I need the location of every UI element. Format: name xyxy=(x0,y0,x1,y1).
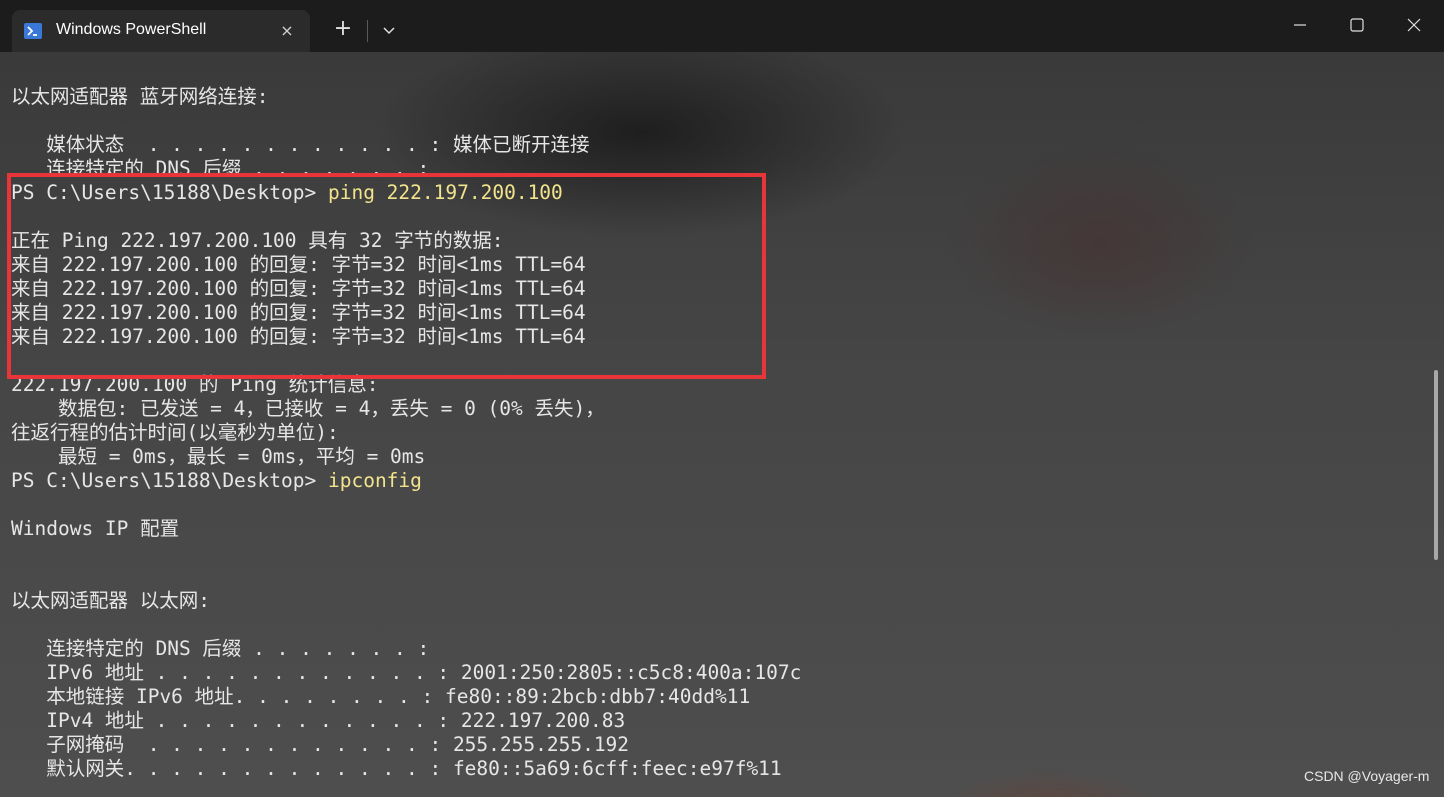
line-text: 以太网适配器 以太网: xyxy=(11,589,210,612)
terminal-line: 最短 = 0ms，最长 = 0ms，平均 = 0ms xyxy=(11,445,425,469)
window-close-icon[interactable] xyxy=(1386,0,1442,50)
tab-title: Windows PowerShell xyxy=(56,21,207,38)
line-text: PS C:\Users\15188\Desktop> xyxy=(11,469,328,492)
terminal-line: 以太网适配器 蓝牙网络连接: xyxy=(11,85,268,109)
line-text: 往返行程的估计时间(以毫秒为单位): xyxy=(11,421,339,444)
terminal-line: 数据包: 已发送 = 4，已接收 = 4，丢失 = 0 (0% 丢失)， xyxy=(11,397,605,421)
line-text: 默认网关. . . . . . . . . . . . . : fe80::5a… xyxy=(11,757,782,780)
line-text: 媒体状态 . . . . . . . . . . . . : 媒体已断开连接 xyxy=(11,133,590,156)
line-text: 子网掩码 . . . . . . . . . . . . : 255.255.2… xyxy=(11,733,630,756)
terminal-line: 默认网关. . . . . . . . . . . . . : fe80::5a… xyxy=(11,757,782,781)
line-text: 连接特定的 DNS 后缀 . . . . . . . : xyxy=(11,637,430,660)
close-icon[interactable]: × xyxy=(276,20,298,42)
minimize-icon[interactable] xyxy=(1272,0,1328,50)
terminal-line: PS C:\Users\15188\Desktop> ipconfig xyxy=(11,469,422,493)
terminal-line: 连接特定的 DNS 后缀 . . . . . . . : xyxy=(11,637,429,661)
terminal-line: IPv6 地址 . . . . . . . . . . . . : 2001:2… xyxy=(11,661,801,685)
terminal-line: 子网掩码 . . . . . . . . . . . . : 255.255.2… xyxy=(11,733,629,757)
tab-windows-powershell[interactable]: Windows PowerShell × xyxy=(12,10,310,52)
maximize-icon[interactable] xyxy=(1329,0,1385,50)
terminal-line: 本地链接 IPv6 地址. . . . . . . . : fe80::89:2… xyxy=(11,685,750,709)
title-bar[interactable]: Windows PowerShell × + xyxy=(0,0,1444,52)
watermark: CSDN @Voyager-m xyxy=(1304,768,1430,784)
tab-divider xyxy=(367,20,368,42)
line-text: 以太网适配器 蓝牙网络连接: xyxy=(11,85,269,108)
terminal-line: Windows IP 配置 xyxy=(11,517,179,541)
terminal-line: 媒体状态 . . . . . . . . . . . . : 媒体已断开连接 xyxy=(11,133,589,157)
line-text: IPv4 地址 . . . . . . . . . . . . : 222.19… xyxy=(11,709,626,732)
powershell-icon xyxy=(24,22,42,40)
scrollbar[interactable] xyxy=(1434,370,1438,560)
line-text: Windows IP 配置 xyxy=(11,517,180,540)
line-text: 数据包: 已发送 = 4，已接收 = 4，丢失 = 0 (0% 丢失)， xyxy=(11,397,605,420)
terminal-output[interactable]: 默认网关. . . . . . . . . . . . . : fe80::5a… xyxy=(0,52,1444,797)
powershell-window: Windows PowerShell × + 默认网关. . . . . . .… xyxy=(0,0,1444,797)
terminal-line: 往返行程的估计时间(以毫秒为单位): xyxy=(11,421,339,445)
line-text: IPv6 地址 . . . . . . . . . . . . : 2001:2… xyxy=(11,661,802,684)
line-text: 本地链接 IPv6 地址. . . . . . . . : fe80::89:2… xyxy=(11,685,751,708)
new-tab-button[interactable]: + xyxy=(326,14,360,46)
chevron-down-icon[interactable] xyxy=(374,14,404,46)
highlight-box xyxy=(7,173,766,379)
line-text: 最短 = 0ms，最长 = 0ms，平均 = 0ms xyxy=(11,445,426,468)
command-text: ipconfig xyxy=(327,469,422,492)
terminal-line: 以太网适配器 以太网: xyxy=(11,589,210,613)
terminal-line: IPv4 地址 . . . . . . . . . . . . : 222.19… xyxy=(11,709,625,733)
